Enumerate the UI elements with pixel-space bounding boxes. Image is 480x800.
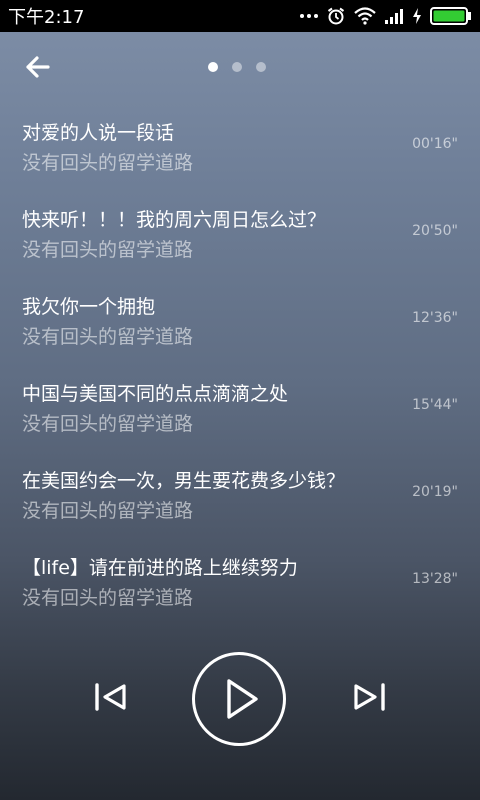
- track-duration: 20'19": [412, 484, 458, 500]
- track-title: 中国与美国不同的点点滴滴之处: [22, 383, 289, 405]
- track-title: 对爱的人说一段话: [22, 122, 175, 144]
- track-subtitle: 没有回头的留学道路: [22, 413, 194, 435]
- player-controls: [0, 648, 480, 748]
- track-subtitle: 没有回头的留学道路: [22, 500, 194, 522]
- track-subtitle: 没有回头的留学道路: [22, 152, 194, 174]
- list-item[interactable]: 在美国约会一次，男生要花费多少钱？ 没有回头的留学道路 20'19": [0, 450, 480, 537]
- track-list: 对爱的人说一段话 没有回头的留学道路 00'16" 快来听！！！我的周六周日怎么…: [0, 102, 480, 624]
- status-icons: [300, 6, 472, 26]
- track-title: 快来听！！！我的周六周日怎么过？: [22, 209, 327, 231]
- track-title: 我欠你一个拥抱: [22, 296, 156, 318]
- track-duration: 15'44": [412, 397, 458, 413]
- list-item[interactable]: 对爱的人说一段话 没有回头的留学道路 00'16": [0, 102, 480, 189]
- charging-icon: [413, 8, 421, 24]
- back-arrow-icon: [26, 56, 50, 78]
- track-duration: 12'36": [412, 310, 458, 326]
- page-dot-1: [208, 62, 218, 72]
- battery-icon: [430, 7, 471, 25]
- alarm-icon: [327, 7, 345, 25]
- list-item[interactable]: 快来听！！！我的周六周日怎么过？ 没有回头的留学道路 20'50": [0, 189, 480, 276]
- next-icon: [354, 683, 385, 711]
- play-button[interactable]: [192, 652, 286, 746]
- previous-icon: [95, 683, 126, 711]
- back-button[interactable]: [22, 52, 56, 82]
- status-bar: 下午2:17: [0, 0, 480, 32]
- page-dot-3: [256, 62, 266, 72]
- track-title: 在美国约会一次，男生要花费多少钱？: [22, 470, 346, 492]
- track-duration: 00'16": [412, 136, 458, 152]
- signal-icon: [385, 9, 403, 24]
- top-bar: [0, 32, 480, 102]
- previous-button[interactable]: [92, 682, 130, 712]
- next-button[interactable]: [350, 682, 388, 712]
- track-title: 【life】请在前进的路上继续努力: [22, 557, 298, 579]
- track-duration: 20'50": [412, 223, 458, 239]
- page-indicator: [208, 62, 266, 72]
- play-icon: [227, 679, 258, 719]
- list-item[interactable]: 我欠你一个拥抱 没有回头的留学道路 12'36": [0, 276, 480, 363]
- page-dot-2: [232, 62, 242, 72]
- more-dots-icon: [300, 14, 318, 18]
- track-subtitle: 没有回头的留学道路: [22, 587, 194, 609]
- list-item[interactable]: 中国与美国不同的点点滴滴之处 没有回头的留学道路 15'44": [0, 363, 480, 450]
- track-duration: 13'28": [412, 571, 458, 587]
- status-time: 下午2:17: [8, 7, 85, 28]
- list-item[interactable]: 【life】请在前进的路上继续努力 没有回头的留学道路 13'28": [0, 537, 480, 624]
- track-subtitle: 没有回头的留学道路: [22, 326, 194, 348]
- track-subtitle: 没有回头的留学道路: [22, 239, 194, 261]
- wifi-icon: [354, 7, 376, 25]
